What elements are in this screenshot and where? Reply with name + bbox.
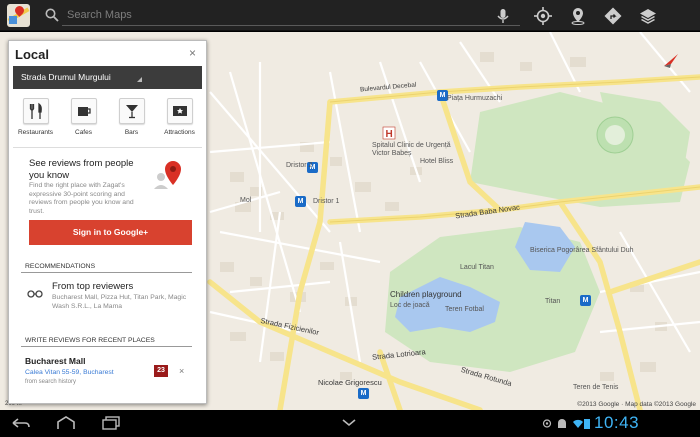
maps-action-bar: Search Maps <box>0 0 700 31</box>
search-icon[interactable] <box>45 8 59 22</box>
divider <box>13 147 202 148</box>
map-place-label: Piața Hurmuzachi <box>447 95 503 102</box>
location-label: Strada Drumul Murgului <box>21 72 111 82</box>
tablet-screen: Search Maps H M M M M M Piața Hurmuzachi… <box>0 0 700 437</box>
category-restaurants[interactable]: Restaurants <box>13 98 58 142</box>
top-reviewers-places: Bucharest Mall, Pizza Hut, Titan Park, M… <box>52 294 187 310</box>
location-status-icon <box>542 419 552 428</box>
maps-logo-icon[interactable] <box>7 4 30 27</box>
back-icon[interactable] <box>10 415 32 431</box>
map-street-label: Nicolae Grigorescu <box>318 378 382 387</box>
location-selector[interactable]: Strada Drumul Murgului <box>13 66 202 89</box>
ticket-star-icon <box>172 106 187 116</box>
person-pin-icon <box>154 161 181 189</box>
local-panel: Local × Strada Drumul Murgului Restauran… <box>8 40 207 404</box>
svg-text:H: H <box>386 129 393 140</box>
map-copyright: ©2013 Google · Map data ©2013 Google <box>577 401 696 408</box>
search-input[interactable]: Search Maps <box>67 9 132 21</box>
map-place-label: Hotel Bliss <box>420 158 454 165</box>
map-place-label: Lacul Titan <box>460 264 494 271</box>
my-location-icon[interactable] <box>533 6 553 26</box>
map-place-label: Children playground <box>390 290 462 299</box>
coffee-cup-icon <box>77 107 91 116</box>
map-place-label: Dristor 2 <box>286 162 313 169</box>
cocktail-glass-icon <box>125 105 138 119</box>
category-attractions[interactable]: Attractions <box>157 98 202 142</box>
map-place-label: Dristor 1 <box>313 198 340 205</box>
glasses-icon <box>27 290 43 298</box>
recent-place-source: from search history <box>25 379 77 385</box>
category-label: Cafes <box>75 129 92 136</box>
metro-marker-icon[interactable]: M <box>358 388 369 399</box>
system-navigation-bar: 10:43 <box>0 410 700 437</box>
map-place-label: Loc de joacă <box>390 302 430 309</box>
recommendations-heading: RECOMMENDATIONS <box>25 263 96 270</box>
places-icon[interactable] <box>568 6 588 26</box>
sign-in-google-plus-button[interactable]: Sign in to Google+ <box>29 220 192 245</box>
chevron-down-icon[interactable] <box>340 415 358 431</box>
compass-icon[interactable] <box>662 52 680 70</box>
recent-apps-icon[interactable] <box>100 415 122 431</box>
map-place-label: Biserica Pogorârea Sfântului Duh <box>530 247 634 254</box>
map-place-label: Spitalul Clinic de Urgență <box>372 142 451 149</box>
category-label: Bars <box>124 129 139 136</box>
search-underline <box>62 25 520 26</box>
category-label: Restaurants <box>17 129 54 136</box>
recent-place-name[interactable]: Bucharest Mall <box>25 356 85 366</box>
dropdown-caret-icon <box>137 77 142 82</box>
category-row: Restaurants Cafes Bars Attractions <box>13 98 202 142</box>
category-bars[interactable]: Bars <box>109 98 154 142</box>
map-place-label: Titan <box>545 298 561 305</box>
map-place-label: Teren de Tenis <box>573 384 619 391</box>
category-cafes[interactable]: Cafes <box>61 98 106 142</box>
zagat-score-badge: 23 <box>154 365 168 377</box>
fork-knife-icon <box>29 102 42 119</box>
android-icon <box>558 419 566 428</box>
write-reviews-heading: WRITE REVIEWS FOR RECENT PLACES <box>25 337 155 344</box>
microphone-icon[interactable] <box>493 6 513 26</box>
layers-icon[interactable] <box>638 6 658 26</box>
metro-marker-icon[interactable]: M <box>295 196 306 207</box>
map-place-label: Victor Babeș <box>372 150 412 157</box>
recent-place-address[interactable]: Calea Vitan 55-59, Bucharest <box>25 369 114 376</box>
panel-title: Local <box>15 47 49 62</box>
close-icon[interactable]: × <box>189 46 196 60</box>
dismiss-icon[interactable]: × <box>179 366 184 376</box>
promo-title: See reviews from people you know <box>29 158 134 181</box>
category-label: Attractions <box>164 129 195 136</box>
metro-marker-icon[interactable]: M <box>580 295 591 306</box>
map-place-label: Mol <box>240 197 252 204</box>
home-icon[interactable] <box>55 415 77 431</box>
top-reviewers-link[interactable]: From top reviewers <box>52 281 133 292</box>
map-place-label: Teren Fotbal <box>445 306 484 313</box>
directions-icon[interactable] <box>603 6 623 26</box>
promo-body: Find the right place with Zagat's expres… <box>29 182 134 215</box>
section-divider <box>21 272 192 273</box>
section-divider <box>21 346 192 347</box>
battery-icon <box>584 419 590 429</box>
status-clock: 10:43 <box>594 413 640 432</box>
